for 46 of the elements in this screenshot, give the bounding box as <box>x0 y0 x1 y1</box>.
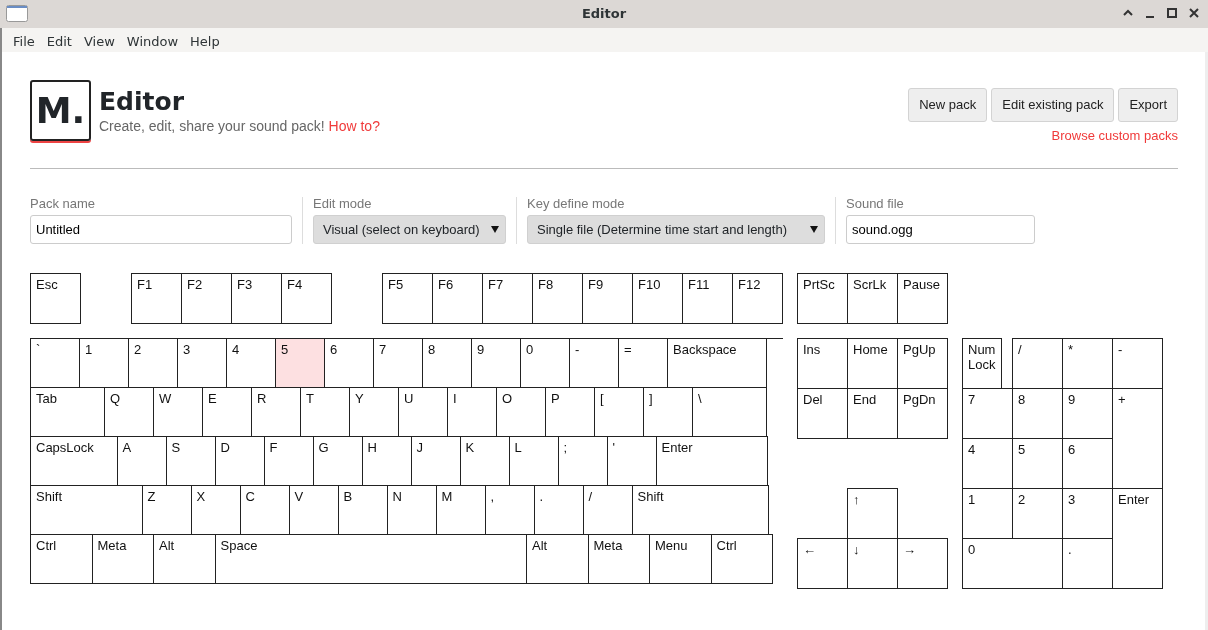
keyboard-key[interactable]: Del <box>797 388 848 439</box>
header-button[interactable]: Edit existing pack <box>991 88 1115 122</box>
text-field[interactable]: sound.ogg <box>846 215 1035 244</box>
keyboard-key[interactable]: ← <box>797 538 848 589</box>
dropdown[interactable]: Single file (Determine time start and length) <box>527 215 825 244</box>
field-label: Pack name <box>30 197 97 211</box>
keyboard-key[interactable]: Num Lock <box>962 338 1002 389</box>
close-icon[interactable] <box>1188 7 1200 19</box>
logo: M. <box>30 80 91 141</box>
dropdown[interactable]: Visual (select on keyboard) <box>313 215 506 244</box>
field-label: Key define mode <box>527 197 626 211</box>
field-label: Edit mode <box>313 197 373 211</box>
menu-item[interactable]: Help <box>184 28 226 52</box>
menu-item[interactable]: Edit <box>40 28 78 52</box>
keyboard-key[interactable]: F12 <box>732 273 783 324</box>
keyboard-key[interactable]: Ctrl <box>710 534 773 584</box>
dropdown-caret-icon <box>491 226 499 233</box>
keyboard-key[interactable]: / <box>1012 338 1063 389</box>
subtitle: Create, edit, share your sound pack! <box>99 118 325 134</box>
keyboard-key[interactable]: Esc <box>30 273 81 324</box>
window-icon <box>6 5 28 22</box>
window-title: Editor <box>581 6 627 21</box>
keyboard-key[interactable]: PgUp <box>897 338 948 389</box>
keyboard-key[interactable]: F4 <box>281 273 332 324</box>
keyboard-key[interactable]: 7 <box>962 388 1013 439</box>
menu-item[interactable]: View <box>77 28 121 52</box>
menu-item[interactable]: File <box>7 28 41 52</box>
menu-item[interactable]: Window <box>120 28 185 52</box>
field-label: Sound file <box>846 197 905 211</box>
keyboard-key[interactable]: Pause <box>897 273 948 324</box>
header-button[interactable]: Export <box>1118 88 1178 122</box>
keyboard-key[interactable]: Enter <box>1112 488 1163 589</box>
keyboard-key[interactable]: - <box>1112 338 1163 389</box>
text-field[interactable]: Untitled <box>30 215 292 244</box>
keyboard-key[interactable]: Ins <box>797 338 848 389</box>
header-button[interactable]: New pack <box>908 88 988 122</box>
help-link[interactable]: How to? <box>328 118 380 134</box>
keyboard-key[interactable]: ↑ <box>847 488 898 539</box>
browse-link[interactable]: Browse custom packs <box>1051 125 1178 145</box>
dropdown-caret-icon <box>810 226 818 233</box>
keyboard-key[interactable]: PgDn <box>897 388 948 439</box>
keyboard-key[interactable]: 5 <box>275 338 325 388</box>
app-title: Editor <box>99 88 185 116</box>
keyboard-key[interactable]: → <box>897 538 948 589</box>
keyboard-key[interactable]: 0 <box>962 538 1063 589</box>
maximize-icon[interactable] <box>1166 7 1178 19</box>
